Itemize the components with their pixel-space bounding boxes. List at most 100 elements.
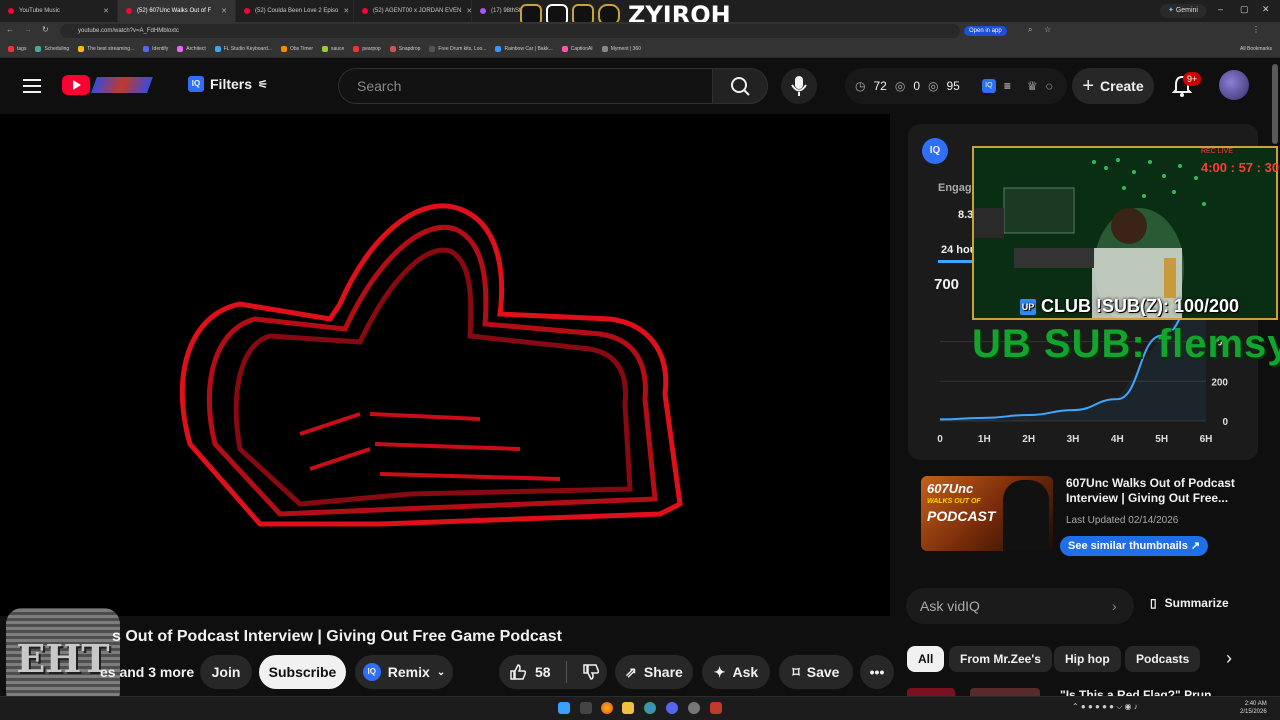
summarize-label: Summarize — [1164, 596, 1229, 610]
plus-icon: + — [1082, 74, 1095, 97]
bookmark-item[interactable]: Snapdrop — [389, 45, 420, 52]
more-actions-button[interactable]: ••• — [860, 655, 894, 689]
video-thumbnail[interactable]: 607Unc WALKS OUT OF PODCAST — [921, 476, 1053, 551]
like-count: 58 — [535, 664, 551, 680]
chevron-right-icon[interactable]: › — [1112, 588, 1117, 624]
join-button[interactable]: Join — [200, 655, 252, 689]
save-button[interactable]: ⌑ Save — [779, 655, 853, 689]
like-button[interactable]: 58 — [509, 663, 551, 681]
bookmark-item[interactable]: sauce — [322, 45, 344, 52]
chat-icon[interactable]: ◌ — [1046, 79, 1053, 93]
avatar[interactable] — [1219, 70, 1249, 100]
chrome-icon[interactable] — [601, 702, 613, 714]
trophy-icon[interactable]: ♕ — [1027, 79, 1038, 93]
bookmark-item[interactable]: Myment | 360 — [601, 45, 641, 52]
tab-label: (52) AGENT00 x JORDAN EVEN — [373, 8, 462, 14]
bookmark-favicon-icon — [177, 45, 184, 52]
ask-button[interactable]: ✦ Ask — [702, 655, 770, 689]
search-button[interactable] — [712, 68, 768, 104]
maximize-icon[interactable]: ▢ — [1240, 4, 1249, 15]
page-scrollbar[interactable] — [1272, 64, 1278, 144]
star-icon[interactable]: ☆ — [1044, 25, 1051, 34]
bookmark-item[interactable]: Rainbow Car | Bakk... — [495, 45, 553, 52]
hamburger-menu-icon[interactable] — [20, 74, 44, 98]
filters-button[interactable]: IQ Filters ⚟ — [188, 76, 268, 92]
browser-tab[interactable]: YouTube Music ✕ — [0, 0, 118, 22]
ask-label: Ask — [732, 664, 759, 680]
vidiq-icon[interactable]: IQ — [981, 79, 996, 93]
bookmark-favicon-icon — [214, 45, 221, 52]
zoom-icon[interactable]: ⌕ — [1028, 25, 1032, 35]
app-icon[interactable] — [710, 702, 722, 714]
share-button[interactable]: ⇗ Share — [615, 655, 693, 689]
discord-icon[interactable] — [666, 702, 678, 714]
bookmark-item[interactable]: pearpop — [353, 45, 381, 52]
bookmark-item[interactable]: Identify — [143, 45, 168, 52]
bookmark-label: FL Studio Keyboard... — [223, 45, 272, 52]
obs-icon[interactable] — [688, 702, 700, 714]
chevron-right-icon[interactable]: › — [1226, 648, 1232, 669]
voice-search-button[interactable] — [781, 68, 817, 104]
vidiq-stats-bar[interactable]: ◷ 72 ◎ 0 ◎ 95 IQ ≡ ♕ ◌ — [845, 68, 1067, 104]
all-bookmarks-button[interactable]: All Bookmarks — [1240, 46, 1272, 52]
chip-from-channel[interactable]: From Mr.Zee's — [949, 646, 1052, 672]
see-similar-thumbnails-button[interactable]: See similar thumbnails ↗ — [1060, 536, 1209, 556]
url-field[interactable]: youtube.com/watch?v=A_FdHMbloxtc — [60, 24, 960, 38]
x-tick-label: 1H — [978, 434, 991, 445]
thumbs-down-icon[interactable] — [582, 663, 600, 681]
video-player[interactable] — [0, 114, 890, 616]
close-window-icon[interactable]: ✕ — [1262, 4, 1270, 15]
chip-podcasts[interactable]: Podcasts — [1125, 646, 1201, 672]
related-video-title[interactable]: "Is This a Red Flag?" Prun — [1060, 688, 1211, 696]
card-title[interactable]: 607Unc Walks Out of Podcast Interview | … — [1066, 476, 1256, 506]
bookmark-item[interactable]: FL Studio Keyboard... — [214, 45, 272, 52]
create-button[interactable]: + Create — [1072, 68, 1154, 104]
browser-tab[interactable]: (52) Coulda Been Love 2 Episo ✕ — [236, 0, 354, 22]
list-icon[interactable]: ≡ — [1004, 79, 1011, 93]
thumb-text-3: PODCAST — [927, 508, 996, 524]
channel-collab-text[interactable]: es and 3 more — [100, 664, 194, 680]
search-input[interactable]: Search — [338, 68, 714, 104]
tab-label: (52) Coulda Been Love 2 Episo — [255, 8, 339, 14]
taskbar-clock[interactable]: 2:40 AM 2/15/2026 — [1240, 700, 1267, 716]
browser-tab[interactable]: (52) AGENT00 x JORDAN EVEN ✕ — [354, 0, 472, 22]
browser-tab-active[interactable]: (52) 607Unc Walks Out of F ✕ — [118, 0, 236, 22]
start-icon[interactable] — [558, 702, 570, 714]
subscribe-label: Subscribe — [268, 664, 337, 680]
gemini-button[interactable]: ✦ Gemini — [1160, 4, 1206, 18]
close-icon[interactable]: ✕ — [343, 7, 349, 15]
bookmark-item[interactable]: tags — [8, 45, 26, 52]
chip-hip-hop[interactable]: Hip hop — [1054, 646, 1121, 672]
bookmark-item[interactable]: Free Drum kits, Loo... — [429, 45, 486, 52]
file-explorer-icon[interactable] — [622, 702, 634, 714]
bookmark-item[interactable]: The best streaming... — [78, 45, 134, 52]
chip-all[interactable]: All — [907, 646, 945, 672]
reload-icon[interactable]: ↻ — [42, 25, 49, 34]
camera-glitch-graphic — [179, 203, 683, 527]
menu-icon[interactable]: ⋮ — [1252, 25, 1260, 34]
forward-icon[interactable]: → — [24, 25, 32, 34]
doodle-logo — [91, 77, 153, 93]
stream-timer: 4:00 : 57 : 30 — [1201, 160, 1280, 175]
minimize-icon[interactable]: – — [1218, 4, 1223, 14]
remix-button[interactable]: IQ Remix ⌄ — [355, 655, 453, 689]
subscribe-button[interactable]: Subscribe — [259, 655, 346, 689]
ask-vidiq-input[interactable]: Ask vidIQ › — [906, 588, 1134, 624]
youtube-logo-icon[interactable] — [62, 75, 90, 95]
bookmark-item[interactable]: CaptionAI — [561, 45, 593, 52]
related-thumbnail[interactable] — [907, 688, 955, 696]
close-icon[interactable]: ✕ — [103, 7, 109, 15]
youtube-header: IQ Filters ⚟ Search ◷ 72 ◎ 0 ◎ 95 IQ ≡ ♕ ◌ … — [0, 58, 1280, 114]
open-in-app-button[interactable]: Open in app — [964, 26, 1007, 36]
system-tray[interactable]: ⌃ ● ● ● ● ● ⌵ ◉ ♪ — [1072, 702, 1138, 712]
summarize-button[interactable]: ▯ Summarize — [1150, 596, 1229, 610]
bookmark-item[interactable]: Scheduling — [35, 45, 69, 52]
back-icon[interactable]: ← — [6, 25, 14, 34]
bookmark-item[interactable]: Obs Timer — [280, 45, 313, 52]
bookmark-item[interactable]: Architect — [177, 45, 206, 52]
book-icon: ▯ — [1150, 596, 1157, 610]
chrome-icon[interactable] — [644, 702, 656, 714]
close-icon[interactable]: ✕ — [221, 7, 227, 15]
related-thumbnail[interactable] — [970, 688, 1040, 696]
search-icon[interactable] — [580, 702, 592, 714]
